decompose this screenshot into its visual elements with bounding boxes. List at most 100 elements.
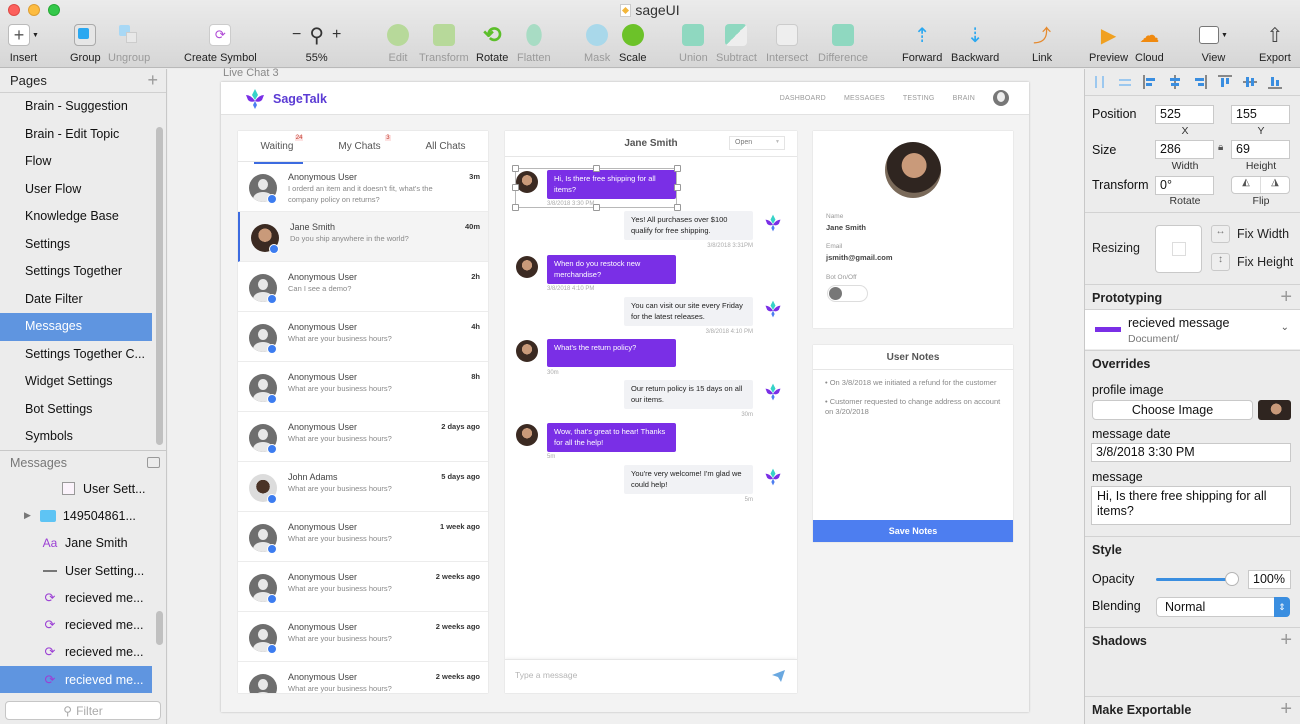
- rotate-button[interactable]: ⟲ Rotate: [476, 22, 508, 64]
- union-button[interactable]: Union: [679, 22, 708, 64]
- page-item[interactable]: Date Filter: [0, 286, 152, 314]
- position-x-field[interactable]: 525: [1155, 105, 1214, 124]
- tab-waiting[interactable]: Waiting 24: [254, 134, 304, 164]
- page-item[interactable]: Widget Settings: [0, 368, 152, 396]
- fix-width-label[interactable]: Fix Width: [1237, 227, 1289, 241]
- page-item[interactable]: Bot Settings: [0, 396, 152, 424]
- nav-dashboard[interactable]: DASHBOARD: [780, 95, 826, 102]
- brand-logo[interactable]: SageTalk: [243, 87, 327, 111]
- page-item[interactable]: Brain - Suggestion: [0, 93, 152, 121]
- opacity-slider-track[interactable]: [1156, 578, 1233, 581]
- nav-testing[interactable]: TESTING: [903, 95, 935, 102]
- message-override-field[interactable]: Hi, Is there free shipping for all items…: [1091, 486, 1291, 525]
- sent-message-bubble[interactable]: You're very welcome! I'm glad we could h…: [624, 465, 753, 494]
- received-message-bubble[interactable]: Wow, that's great to hear! Thanks for al…: [547, 423, 676, 452]
- fix-height-icon[interactable]: ↕: [1211, 253, 1230, 271]
- layer-item[interactable]: User Sett...: [0, 475, 152, 502]
- chat-list-item[interactable]: Anonymous User I orderd an item and it do…: [238, 162, 488, 212]
- artboard-live-chat[interactable]: SageTalk DASHBOARD MESSAGES TESTING BRAI…: [221, 82, 1029, 712]
- add-shadow-button[interactable]: +: [1280, 629, 1292, 652]
- user-avatar[interactable]: [993, 90, 1009, 106]
- resize-handle[interactable]: [593, 165, 600, 172]
- sent-message-bubble[interactable]: You can visit our site every Friday for …: [624, 297, 753, 326]
- width-field[interactable]: 286: [1155, 140, 1214, 159]
- align-middle-vertical-icon[interactable]: [1243, 75, 1257, 89]
- page-item[interactable]: Settings: [0, 231, 152, 259]
- layers-scrollbar[interactable]: [156, 611, 163, 645]
- disclosure-triangle-icon[interactable]: ▶: [24, 510, 31, 521]
- received-message-bubble[interactable]: What's the return policy?: [547, 339, 676, 367]
- lock-ratio-icon[interactable]: 🔒︎: [1218, 142, 1223, 153]
- blending-select[interactable]: Normal ⇕: [1156, 597, 1290, 617]
- edit-button[interactable]: Edit: [387, 22, 409, 64]
- add-prototyping-button[interactable]: +: [1280, 286, 1292, 309]
- layer-item[interactable]: ⟳ recieved me...: [0, 639, 152, 666]
- forward-button[interactable]: ⇡ Forward: [902, 22, 942, 65]
- send-icon[interactable]: [772, 670, 785, 682]
- page-item[interactable]: Settings Together: [0, 258, 152, 286]
- chat-list-item[interactable]: Anonymous User What are your business hou…: [238, 662, 488, 693]
- layer-filter-input[interactable]: ⚲ Filter: [5, 701, 161, 720]
- chevron-down-icon[interactable]: ⌄: [1281, 322, 1289, 333]
- choose-image-button[interactable]: Choose Image: [1092, 400, 1253, 420]
- rotate-field[interactable]: 0°: [1155, 176, 1214, 195]
- tab-my-chats[interactable]: My Chats 3: [334, 134, 391, 152]
- cloud-button[interactable]: ☁ Cloud: [1135, 22, 1164, 65]
- fix-width-icon[interactable]: ↔: [1211, 225, 1230, 243]
- resizing-constraints-widget[interactable]: [1155, 225, 1202, 273]
- insert-button[interactable]: + ▼ Insert: [8, 22, 39, 64]
- profile-image-thumbnail[interactable]: [1258, 400, 1291, 420]
- position-y-field[interactable]: 155: [1231, 105, 1290, 124]
- layer-item[interactable]: ⟳ recieved me...: [0, 666, 152, 694]
- intersect-button[interactable]: Intersect: [766, 22, 808, 64]
- nav-brain[interactable]: BRAIN: [953, 95, 975, 102]
- resize-handle[interactable]: [593, 204, 600, 211]
- difference-button[interactable]: Difference: [818, 22, 868, 64]
- zoom-control[interactable]: − ⚲ + 55%: [292, 22, 341, 65]
- align-top-icon[interactable]: [1218, 75, 1232, 89]
- chat-list-item[interactable]: Anonymous User What are your business hou…: [238, 412, 488, 462]
- page-item[interactable]: Messages: [0, 313, 152, 341]
- chat-list-item[interactable]: John Adams What are your business hours? 5…: [238, 462, 488, 512]
- collapse-layers-icon[interactable]: [147, 457, 160, 468]
- backward-button[interactable]: ⇣ Backward: [951, 22, 999, 65]
- symbol-instance-row[interactable]: recieved message Document/ ⌄: [1085, 309, 1300, 349]
- create-symbol-button[interactable]: ⟳ Create Symbol: [184, 22, 257, 64]
- page-item[interactable]: User Flow: [0, 176, 152, 204]
- flatten-button[interactable]: Flatten: [517, 19, 551, 64]
- chat-list-item[interactable]: Anonymous User What are your business hou…: [238, 312, 488, 362]
- zoom-in-button[interactable]: +: [332, 26, 341, 44]
- flip-vertical-button[interactable]: ◮: [1261, 177, 1289, 193]
- transform-button[interactable]: Transform: [419, 22, 469, 64]
- layer-item[interactable]: User Setting...: [0, 557, 152, 584]
- resize-handle[interactable]: [512, 165, 519, 172]
- layer-item[interactable]: Aa Jane Smith: [0, 530, 152, 557]
- align-bottom-icon[interactable]: [1268, 75, 1282, 89]
- artboard-label[interactable]: Live Chat 3: [223, 67, 279, 79]
- mask-button[interactable]: Mask: [584, 22, 610, 64]
- chat-list-item[interactable]: Anonymous User Can I see a demo? 2h: [238, 262, 488, 312]
- scale-button[interactable]: Scale: [619, 22, 647, 64]
- group-button[interactable]: Group: [70, 22, 101, 64]
- layer-item[interactable]: ⟳ recieved me...: [0, 611, 152, 638]
- ungroup-button[interactable]: Ungroup: [108, 22, 150, 64]
- chat-list-item[interactable]: Jane Smith Do you ship anywhere in the wo…: [238, 212, 488, 262]
- zoom-out-button[interactable]: −: [292, 26, 301, 44]
- conversation-status-select[interactable]: Open: [729, 136, 785, 150]
- distribute-horizontal-icon[interactable]: [1093, 75, 1107, 89]
- nav-messages[interactable]: MESSAGES: [844, 95, 885, 102]
- bot-toggle[interactable]: [827, 285, 868, 302]
- page-item[interactable]: Brain - Edit Topic: [0, 121, 152, 149]
- resize-handle[interactable]: [674, 165, 681, 172]
- layer-item[interactable]: ▶ 149504861...: [0, 502, 152, 529]
- opacity-slider-knob[interactable]: [1225, 572, 1239, 586]
- add-page-button[interactable]: +: [147, 70, 158, 91]
- link-button[interactable]: ⤴ Link: [1032, 22, 1052, 64]
- sent-message-bubble[interactable]: Our return policy is 15 days on all our …: [624, 380, 753, 409]
- chat-list-item[interactable]: Anonymous User What are your business hou…: [238, 362, 488, 412]
- flip-horizontal-button[interactable]: ◭: [1232, 177, 1261, 193]
- distribute-vertical-icon[interactable]: [1118, 75, 1132, 89]
- sent-message-bubble[interactable]: Yes! All purchases over $100 qualify for…: [624, 211, 753, 240]
- add-export-button[interactable]: +: [1280, 698, 1292, 721]
- page-item[interactable]: Flow: [0, 148, 152, 176]
